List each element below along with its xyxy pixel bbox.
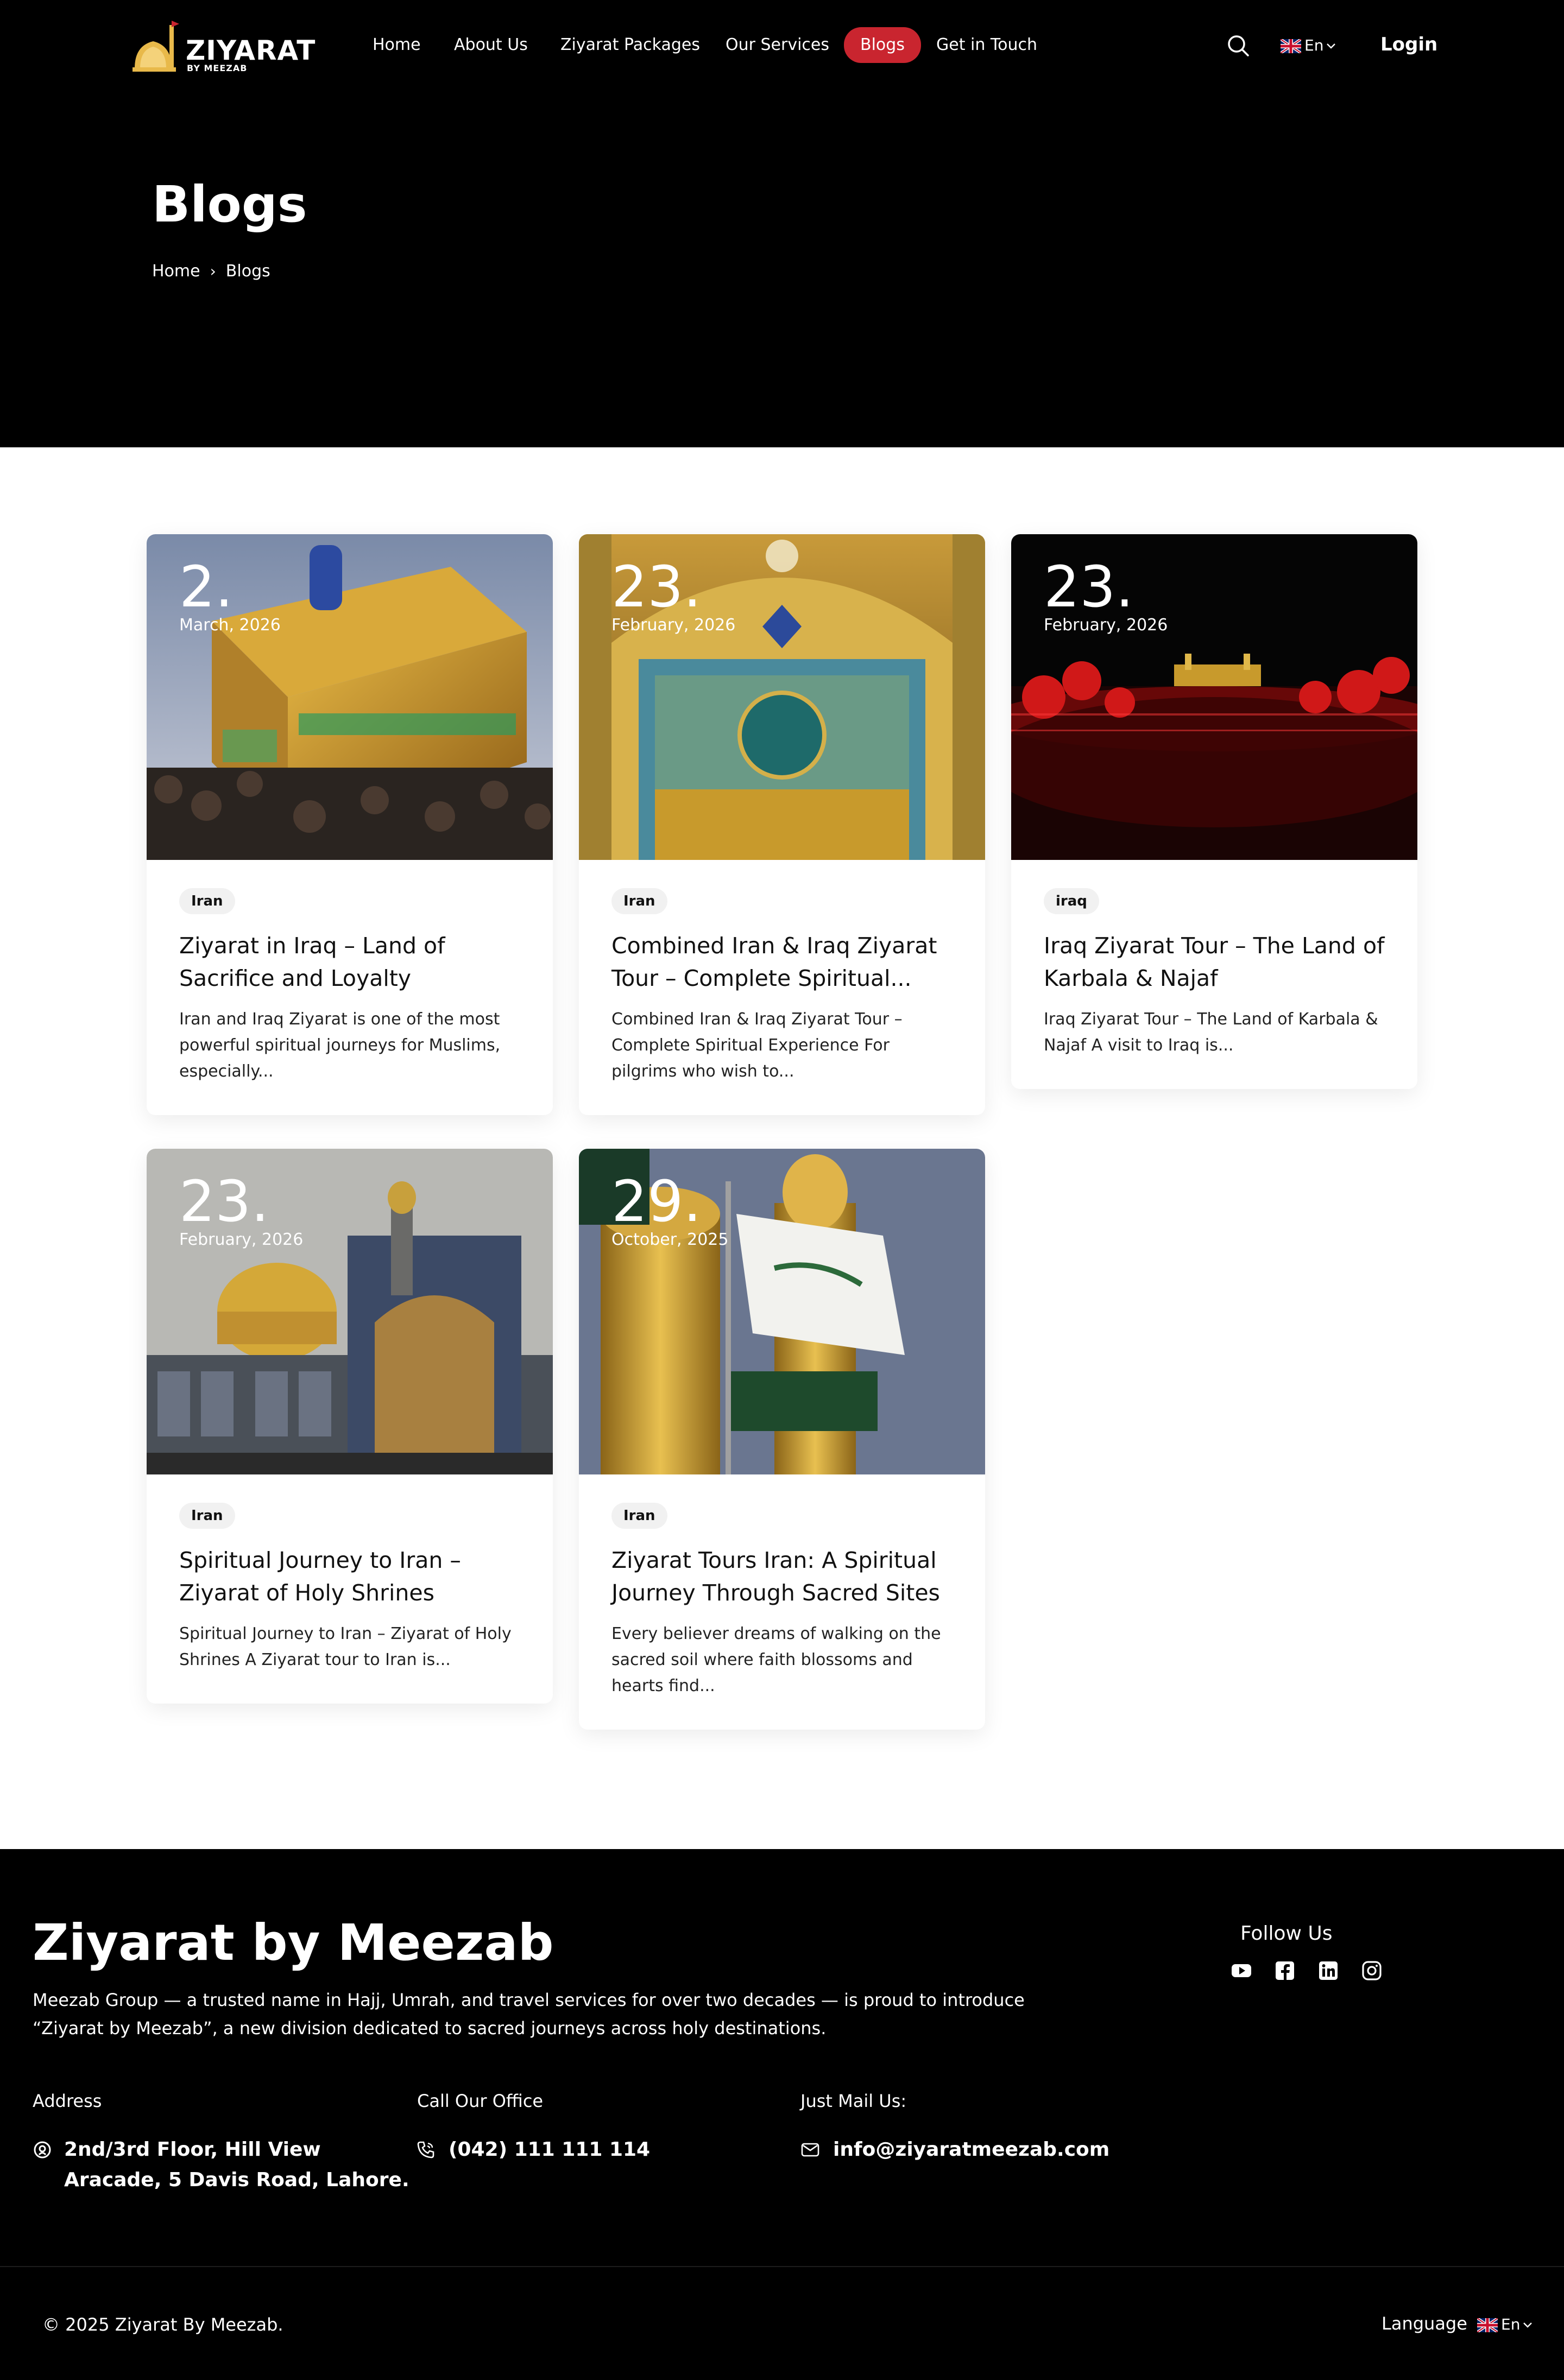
blog-card-title[interactable]: Iraq Ziyarat Tour – The Land of Karbala … bbox=[1044, 929, 1385, 995]
address-value: 2nd/3rd Floor, Hill View Aracade, 5 Davi… bbox=[64, 2135, 409, 2195]
category-tag[interactable]: Iran bbox=[179, 1503, 235, 1529]
footer-divider bbox=[0, 2266, 1564, 2267]
post-date-day: 23. bbox=[1044, 554, 1134, 620]
linkedin-icon[interactable] bbox=[1317, 1960, 1339, 1982]
nav-item-blogs[interactable]: Blogs bbox=[844, 27, 921, 63]
nav-item-about-us[interactable]: About Us bbox=[454, 33, 528, 58]
blog-card-body: Iran Combined Iran & Iraq Ziyarat Tour –… bbox=[579, 860, 985, 1115]
chevron-right-icon: › bbox=[210, 262, 216, 280]
post-date-month: February, 2026 bbox=[611, 616, 736, 635]
top-navigation: ZIYARAT BY MEEZAB Home About Us Ziyarat … bbox=[0, 0, 1564, 90]
post-date-day: 2. bbox=[179, 554, 234, 620]
blog-card-excerpt: Combined Iran & Iraq Ziyarat Tour – Comp… bbox=[611, 1010, 903, 1081]
nav-item-get-in-touch[interactable]: Get in Touch bbox=[936, 33, 1037, 58]
youtube-icon[interactable] bbox=[1231, 1960, 1252, 1982]
footer-brand-title: Ziyarat by Meezab bbox=[33, 1914, 554, 1972]
blog-card-excerpt: Every believer dreams of walking on the … bbox=[611, 1624, 941, 1695]
instagram-icon[interactable] bbox=[1361, 1960, 1383, 1982]
blog-card-image[interactable]: 29. October, 2025 bbox=[579, 1149, 985, 1474]
post-date-month: February, 2026 bbox=[179, 1230, 304, 1249]
nav-item-home[interactable]: Home bbox=[373, 33, 421, 58]
footer-language-value: En bbox=[1501, 2315, 1521, 2333]
blog-card[interactable]: 23. February, 2026 Iran Spiritual Journe… bbox=[147, 1149, 553, 1704]
post-date-day: 23. bbox=[611, 554, 702, 620]
address-line-1: 2nd/3rd Floor, Hill View bbox=[64, 2138, 321, 2161]
blog-card-body: Iran Ziyarat in Iraq – Land of Sacrifice… bbox=[147, 860, 553, 1115]
blog-card-title[interactable]: Ziyarat in Iraq – Land of Sacrifice and … bbox=[179, 929, 520, 995]
breadcrumb: Home › Blogs bbox=[152, 261, 270, 282]
blog-card[interactable]: 23. February, 2026 Iran Combined Iran & … bbox=[579, 534, 985, 1115]
blog-card-image[interactable]: 23. February, 2026 bbox=[1011, 534, 1417, 860]
blog-card-title[interactable]: Combined Iran & Iraq Ziyarat Tour – Comp… bbox=[611, 929, 953, 995]
logo-dome-icon bbox=[133, 21, 179, 72]
email-label: Just Mail Us: bbox=[800, 2091, 907, 2111]
email-address[interactable]: info@ziyaratmeezab.com bbox=[833, 2135, 1109, 2165]
chevron-down-icon bbox=[1327, 43, 1336, 49]
blog-card-excerpt: Iraq Ziyarat Tour – The Land of Karbala … bbox=[1044, 1010, 1378, 1055]
language-selector[interactable]: En bbox=[1281, 35, 1336, 56]
copyright-text: © 2025 Ziyarat By Meezab. bbox=[42, 2314, 283, 2335]
blog-card-title[interactable]: Spiritual Journey to Iran – Ziyarat of H… bbox=[179, 1544, 520, 1609]
logo-subtext: BY MEEZAB bbox=[187, 63, 248, 73]
address-label: Address bbox=[33, 2091, 102, 2111]
post-date-day: 23. bbox=[179, 1168, 269, 1235]
uk-flag-icon bbox=[1477, 2318, 1498, 2332]
login-button[interactable]: Login bbox=[1380, 31, 1437, 58]
category-tag[interactable]: Iran bbox=[611, 888, 667, 914]
blog-card[interactable]: 29. October, 2025 Iran Ziyarat Tours Ira… bbox=[579, 1149, 985, 1730]
site-logo[interactable]: ZIYARAT BY MEEZAB bbox=[130, 20, 315, 74]
blog-card-image[interactable]: 23. February, 2026 bbox=[579, 534, 985, 860]
address-line-2: Aracade, 5 Davis Road, Lahore. bbox=[64, 2169, 409, 2191]
site-footer: Ziyarat by Meezab Meezab Group — a trust… bbox=[0, 1849, 1564, 2380]
language-label: En bbox=[1304, 36, 1324, 54]
post-date-month: February, 2026 bbox=[1044, 616, 1168, 635]
page-title: Blogs bbox=[152, 175, 307, 233]
blog-card-excerpt: Spiritual Journey to Iran – Ziyarat of H… bbox=[179, 1624, 512, 1669]
blog-card-body: iraq Iraq Ziyarat Tour – The Land of Kar… bbox=[1011, 860, 1417, 1089]
blog-card-body: Iran Ziyarat Tours Iran: A Spiritual Jou… bbox=[579, 1474, 985, 1730]
language-label: Language bbox=[1382, 2313, 1467, 2334]
post-date-month: October, 2025 bbox=[611, 1230, 729, 1249]
blog-card[interactable]: 23. February, 2026 iraq Iraq Ziyarat Tou… bbox=[1011, 534, 1417, 1089]
post-date-day: 29. bbox=[611, 1168, 702, 1235]
phone-label: Call Our Office bbox=[417, 2091, 544, 2111]
category-tag[interactable]: iraq bbox=[1044, 888, 1099, 914]
phone-number[interactable]: (042) 111 111 114 bbox=[449, 2135, 650, 2165]
mail-icon bbox=[800, 2140, 820, 2160]
blog-card-body: Iran Spiritual Journey to Iran – Ziyarat… bbox=[147, 1474, 553, 1704]
follow-us-label: Follow Us bbox=[1240, 1922, 1333, 1945]
phone-icon bbox=[416, 2140, 436, 2160]
uk-flag-icon bbox=[1281, 39, 1301, 53]
hero-section: ZIYARAT BY MEEZAB Home About Us Ziyarat … bbox=[0, 0, 1564, 447]
category-tag[interactable]: Iran bbox=[179, 888, 235, 914]
logo-text: ZIYARAT bbox=[186, 35, 316, 66]
chevron-down-icon bbox=[1523, 2322, 1533, 2328]
blog-card-image[interactable]: 2. March, 2026 bbox=[147, 534, 553, 860]
blog-card-title[interactable]: Ziyarat Tours Iran: A Spiritual Journey … bbox=[611, 1544, 953, 1609]
breadcrumb-current: Blogs bbox=[225, 262, 270, 281]
footer-language-selector[interactable]: En bbox=[1477, 2314, 1533, 2335]
location-pin-icon bbox=[33, 2140, 52, 2160]
blog-card-excerpt: Iran and Iraq Ziyarat is one of the most… bbox=[179, 1010, 501, 1081]
post-date-month: March, 2026 bbox=[179, 616, 281, 635]
category-tag[interactable]: Iran bbox=[611, 1503, 667, 1529]
search-icon[interactable] bbox=[1226, 34, 1250, 58]
blog-card-image[interactable]: 23. February, 2026 bbox=[147, 1149, 553, 1474]
nav-item-ziyarat-packages[interactable]: Ziyarat Packages bbox=[560, 33, 700, 58]
breadcrumb-home[interactable]: Home bbox=[152, 262, 200, 281]
blog-card[interactable]: 2. March, 2026 Iran Ziyarat in Iraq – La… bbox=[147, 534, 553, 1115]
nav-item-our-services[interactable]: Our Services bbox=[726, 33, 829, 58]
footer-description: Meezab Group — a trusted name in Hajj, U… bbox=[33, 1990, 1025, 2039]
facebook-icon[interactable] bbox=[1274, 1960, 1296, 1982]
